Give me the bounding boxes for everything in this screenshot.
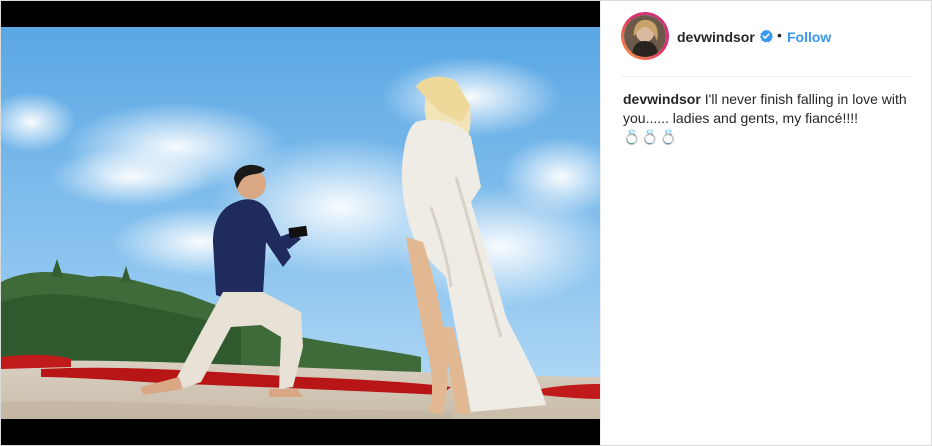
avatar-image [624, 15, 666, 57]
post-author-username[interactable]: devwindsor [677, 29, 755, 45]
verified-badge-icon [760, 29, 773, 43]
caption-username[interactable]: devwindsor [623, 91, 701, 107]
post-caption: devwindsor I'll never finish falling in l… [623, 90, 913, 147]
separator-dot: • [777, 27, 782, 43]
post-sidebar: devwindsor • Follow devwindsor I'll never… [600, 1, 931, 445]
avatar[interactable] [624, 15, 666, 57]
header-divider [621, 76, 911, 77]
ring-emojis: 💍💍💍 [623, 129, 679, 145]
post-photo[interactable] [1, 1, 600, 445]
instagram-post: devwindsor • Follow devwindsor I'll never… [0, 0, 932, 446]
beach-proposal-photo [1, 27, 600, 419]
follow-button[interactable]: Follow [787, 29, 831, 45]
post-header: devwindsor • Follow [601, 1, 932, 76]
avatar-story-ring[interactable] [621, 12, 669, 60]
